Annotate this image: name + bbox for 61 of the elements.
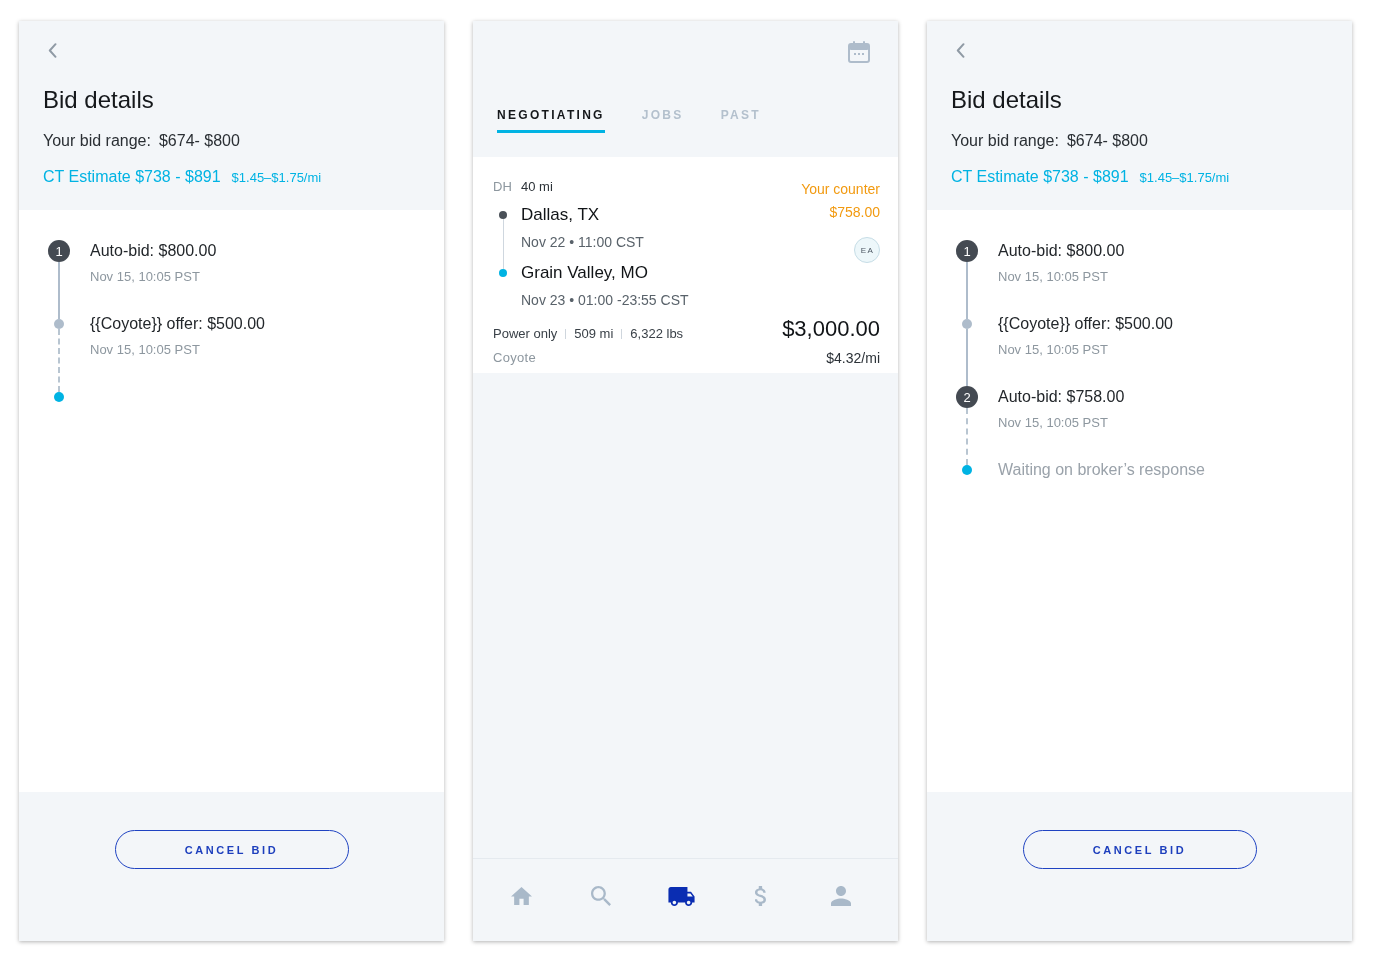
back-icon[interactable]	[956, 43, 965, 58]
deadhead-label: DH	[493, 178, 513, 196]
step-number: 1	[956, 240, 978, 262]
stop-city: Dallas, TX	[521, 204, 601, 226]
step-time: Nov 15, 10:05 PST	[90, 268, 200, 286]
step-number: 1	[48, 240, 70, 262]
estimate-range: CT Estimate $738 - $891	[43, 167, 221, 187]
timeline-dot-icon	[54, 319, 64, 329]
step-number: 2	[956, 386, 978, 408]
timeline-dot-icon	[962, 465, 972, 475]
bid-range-value: $674- $800	[1066, 131, 1148, 151]
home-icon	[510, 887, 532, 905]
estimate-per-mile: $1.45–$1.75/mi	[231, 169, 322, 187]
calendar-icon[interactable]	[848, 41, 870, 63]
timeline-connector	[966, 262, 968, 319]
step-title: Waiting on broker’s response	[998, 460, 1205, 480]
initials-avatar: EA	[854, 237, 880, 263]
timeline-connector	[966, 408, 968, 465]
route-connector	[502, 219, 504, 269]
step-time: Nov 15, 10:05 PST	[998, 268, 1108, 286]
step-time: Nov 15, 10:05 PST	[90, 341, 200, 359]
timeline-connector	[58, 262, 60, 319]
step-title: {{Coyote}} offer: $500.00	[998, 314, 1173, 334]
bid-range-label: Your bid range:	[43, 131, 151, 151]
bid-range-label: Your bid range:	[951, 131, 1059, 151]
truck-icon	[667, 886, 695, 906]
load-card[interactable]: DH 40 mi Dallas, TX Nov 22 • 11:00 CST Grain Valley, MO Nov 23 • 01:00 -23:55 CST Your counter $758.00 EA Power only 509 mi 6,322 lbs $3,000.00 Coyote $4.32/mi	[473, 157, 898, 373]
step-time: Nov 15, 10:05 PST	[998, 341, 1108, 359]
back-icon[interactable]	[48, 43, 57, 58]
timeline-dot-icon	[54, 392, 64, 402]
page-title: Bid details	[951, 85, 1062, 115]
rate-per-mile: $4.32/mi	[826, 349, 880, 367]
person-icon	[831, 886, 851, 906]
step-title: Auto-bid: $800.00	[90, 241, 217, 261]
counter-label: Your counter	[801, 180, 880, 198]
stop-time: Nov 23 • 01:00 -23:55 CST	[521, 291, 689, 310]
step-title: {{Coyote}} offer: $500.00	[90, 314, 265, 334]
stop-city: Grain Valley, MO	[521, 262, 649, 284]
step-time: Nov 15, 10:05 PST	[998, 414, 1108, 432]
counter-value: $758.00	[829, 203, 880, 221]
step-title: Auto-bid: $758.00	[998, 387, 1125, 407]
stop-time: Nov 22 • 11:00 CST	[521, 233, 645, 252]
estimate-range: CT Estimate $738 - $891	[951, 167, 1129, 187]
broker-name: Coyote	[493, 349, 536, 367]
stop-dot-icon	[499, 211, 507, 219]
step-title: Auto-bid: $800.00	[998, 241, 1125, 261]
timeline-connector	[58, 329, 60, 392]
load-detail: Power only	[493, 325, 558, 343]
search-icon	[591, 886, 611, 906]
page-title: Bid details	[43, 85, 154, 115]
estimate-per-mile: $1.45–$1.75/mi	[1139, 169, 1230, 187]
load-price: $3,000.00	[782, 315, 880, 343]
load-detail: 6,322 lbs	[630, 325, 684, 343]
load-detail: 509 mi	[574, 325, 614, 343]
deadhead-value: 40 mi	[521, 178, 554, 196]
stop-dot-icon	[499, 269, 507, 277]
timeline-dot-icon	[962, 319, 972, 329]
dollar-sign-icon	[755, 886, 767, 906]
timeline-connector	[966, 329, 968, 386]
bid-range-value: $674- $800	[158, 131, 240, 151]
status-tab[interactable]: NEGOTIATING	[497, 107, 605, 133]
